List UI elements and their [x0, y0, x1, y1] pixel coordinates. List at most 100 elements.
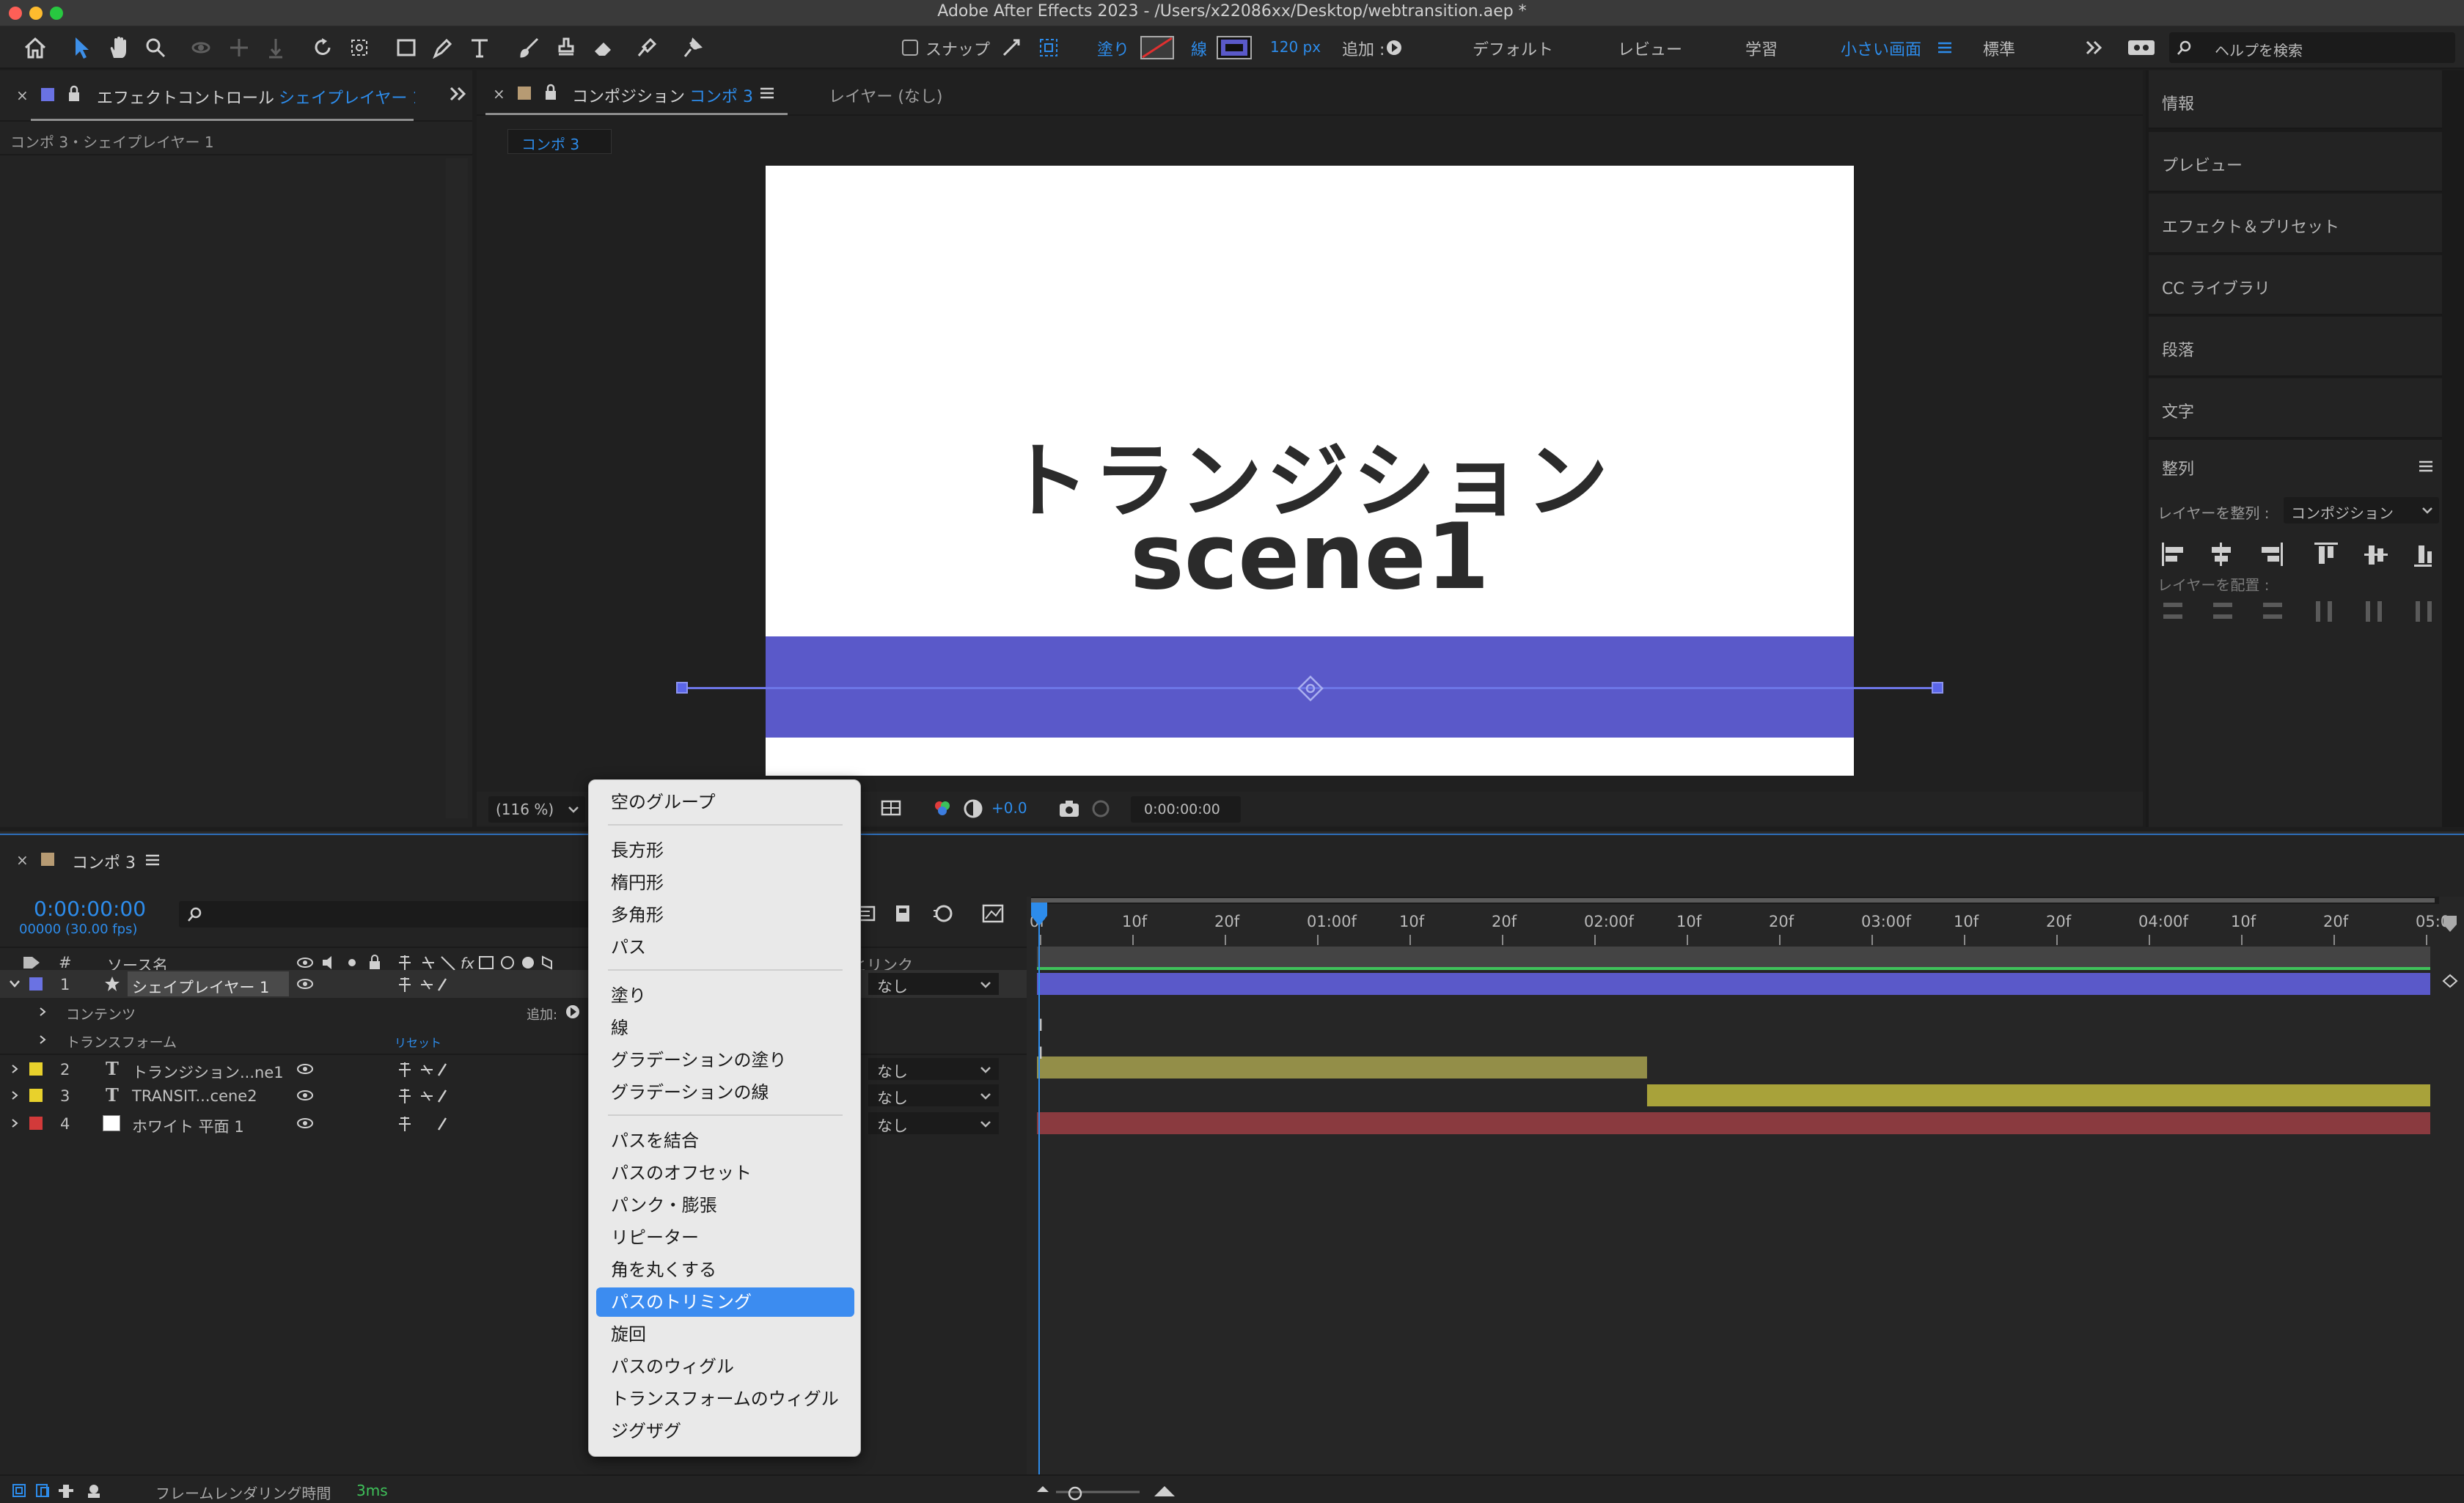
- visibility-eye-icon[interactable]: [296, 977, 314, 991]
- visibility-eye-icon[interactable]: [296, 1117, 314, 1130]
- close-tab-icon[interactable]: ×: [16, 87, 29, 104]
- snap-target-icon[interactable]: [1034, 26, 1063, 69]
- snapshot-camera-icon[interactable]: [1057, 798, 1081, 820]
- comp-lock-icon[interactable]: [544, 84, 557, 101]
- distribute-buttons-row[interactable]: [2159, 597, 2432, 626]
- chevron-right-icon[interactable]: [38, 1007, 47, 1017]
- workspace-menu-icon[interactable]: [1936, 26, 1954, 69]
- menu-item[interactable]: パスのトリミング: [596, 1287, 854, 1317]
- layer-label-color[interactable]: [29, 1062, 43, 1076]
- layer-row-1[interactable]: 1 シェイプレイヤー 1 なし: [0, 970, 1030, 998]
- parent-dropdown[interactable]: なし: [868, 1084, 999, 1107]
- chevron-right-icon[interactable]: [10, 1118, 19, 1128]
- panel-scrollbar[interactable]: [446, 158, 468, 818]
- layer-row-2[interactable]: 2 T トランジション...ne1 なし: [0, 1054, 1030, 1081]
- footer-toggle-icons[interactable]: [12, 1482, 107, 1501]
- menu-item[interactable]: パスを結合: [596, 1126, 854, 1155]
- composition-tab-target[interactable]: コンポ 3: [689, 84, 753, 107]
- timeline-tab-label[interactable]: コンポ 3: [72, 850, 136, 873]
- layer-switches[interactable]: [396, 1061, 447, 1078]
- effect-controls-target[interactable]: シェイプレイヤー 1: [279, 85, 415, 109]
- show-snapshot-icon[interactable]: [1090, 798, 1112, 820]
- parent-dropdown[interactable]: なし: [868, 1058, 999, 1081]
- menu-item[interactable]: 塗り: [596, 981, 854, 1010]
- align-menu-icon[interactable]: [2419, 460, 2433, 472]
- exposure-reset-icon[interactable]: [962, 798, 984, 820]
- layer-row-3[interactable]: 3 T TRANSIT...cene2 なし: [0, 1081, 1030, 1109]
- rectangle-tool-icon[interactable]: [392, 26, 421, 69]
- timeline-track-area[interactable]: 0f10f20f01:00f10f20f02:00f10f20f03:00f10…: [1027, 897, 2464, 1503]
- layer-bar-1[interactable]: [1037, 973, 2430, 995]
- layer-switches[interactable]: [396, 1115, 447, 1133]
- sub-row-transform[interactable]: トランスフォーム リセット: [0, 1026, 1030, 1054]
- composition-tab-label[interactable]: コンポジション: [572, 84, 685, 107]
- add-content-icon[interactable]: [565, 1004, 581, 1020]
- timeline-current-time[interactable]: 0:00:00:00: [34, 897, 146, 921]
- effect-controls-tab-label[interactable]: エフェクトコントロール: [97, 85, 274, 109]
- stroke-width-value[interactable]: 120 px: [1270, 38, 1321, 56]
- menu-item[interactable]: 角を丸くする: [596, 1255, 854, 1285]
- menu-item[interactable]: トランスフォームのウィグル: [596, 1384, 854, 1414]
- menu-item[interactable]: パンク・膨張: [596, 1191, 854, 1220]
- chevron-right-icon[interactable]: [10, 1064, 19, 1074]
- layer-label-color[interactable]: [29, 977, 43, 991]
- frame-blending-icon[interactable]: [892, 903, 915, 925]
- align-to-dropdown[interactable]: コンポジション: [2284, 497, 2439, 523]
- panel-cc-libraries[interactable]: CC ライブラリ: [2149, 255, 2442, 315]
- menu-item[interactable]: パスのオフセット: [596, 1158, 854, 1188]
- add-shape-icon[interactable]: [1385, 26, 1404, 69]
- workspace-learn[interactable]: 学習: [1745, 37, 1778, 60]
- layer-name[interactable]: TRANSIT...cene2: [132, 1087, 257, 1105]
- timeline-search-field[interactable]: [179, 901, 590, 927]
- pan-camera-icon[interactable]: [224, 26, 254, 69]
- layer-bar-3[interactable]: [1647, 1084, 2430, 1106]
- zoom-tool-icon[interactable]: [141, 26, 170, 69]
- menu-item[interactable]: グラデーションの線: [596, 1078, 854, 1107]
- layer-bar-4[interactable]: [1037, 1112, 2430, 1134]
- layer-row-4[interactable]: 4 ホワイト 平面 1 なし: [0, 1109, 1030, 1137]
- dolly-camera-icon[interactable]: [261, 26, 290, 69]
- menu-item[interactable]: 楕円形: [596, 868, 854, 897]
- label-tag-icon[interactable]: [22, 954, 41, 971]
- zoom-dropdown[interactable]: (116 %): [488, 796, 585, 823]
- menu-item[interactable]: パス: [596, 933, 854, 962]
- layer-bar-2[interactable]: [1037, 1056, 1647, 1078]
- layer-name[interactable]: トランジション...ne1: [132, 1061, 284, 1083]
- graph-editor-icon[interactable]: [981, 903, 1005, 925]
- orbit-camera-icon[interactable]: [186, 26, 216, 69]
- timeline-menu-icon[interactable]: [145, 854, 160, 866]
- anchor-point-icon[interactable]: [1297, 675, 1324, 702]
- clone-stamp-tool-icon[interactable]: [551, 26, 581, 69]
- panel-expand-icon[interactable]: [449, 85, 466, 103]
- menu-item[interactable]: 線: [596, 1013, 854, 1043]
- timeline-zoom-slider[interactable]: [1035, 1482, 1182, 1502]
- layer-tab-label[interactable]: レイヤー (なし): [829, 84, 943, 107]
- layer-label-color[interactable]: [29, 1089, 43, 1102]
- work-area-bar[interactable]: [1031, 898, 2435, 903]
- comp-breadcrumb-chip[interactable]: コンポ 3: [507, 129, 612, 154]
- path-vertex-left[interactable]: [676, 682, 688, 694]
- visibility-eye-icon[interactable]: [296, 1089, 314, 1102]
- snap-options-icon[interactable]: [1000, 26, 1022, 69]
- menu-item[interactable]: リピーター: [596, 1223, 854, 1252]
- rotate-tool-icon[interactable]: [308, 26, 337, 69]
- menu-item[interactable]: グラデーションの塗り: [596, 1046, 854, 1075]
- fill-swatch[interactable]: [1138, 26, 1176, 69]
- sub-row-contents[interactable]: コンテンツ 追加:: [0, 998, 1030, 1026]
- parent-dropdown[interactable]: なし: [868, 1112, 999, 1135]
- layer-name[interactable]: ホワイト 平面 1: [132, 1115, 244, 1137]
- panel-paragraph[interactable]: 段落: [2149, 317, 2442, 377]
- menu-item[interactable]: 旋回: [596, 1320, 854, 1349]
- guide-options-icon[interactable]: [880, 798, 902, 820]
- brush-tool-icon[interactable]: [515, 26, 544, 69]
- workspace-default[interactable]: デフォルト: [1473, 37, 1553, 60]
- menu-item[interactable]: 長方形: [596, 836, 854, 865]
- more-workspaces-icon[interactable]: [2083, 26, 2105, 69]
- workspace-review[interactable]: レビュー: [1618, 37, 1682, 60]
- chevron-right-icon[interactable]: [38, 1035, 47, 1045]
- help-search-field[interactable]: ヘルプを検索: [2169, 32, 2455, 63]
- align-buttons-row[interactable]: [2159, 540, 2432, 569]
- puppet-pin-tool-icon[interactable]: [678, 26, 707, 69]
- exposure-value[interactable]: +0.0: [991, 799, 1027, 817]
- workspace-standard[interactable]: 標準: [1983, 37, 2015, 60]
